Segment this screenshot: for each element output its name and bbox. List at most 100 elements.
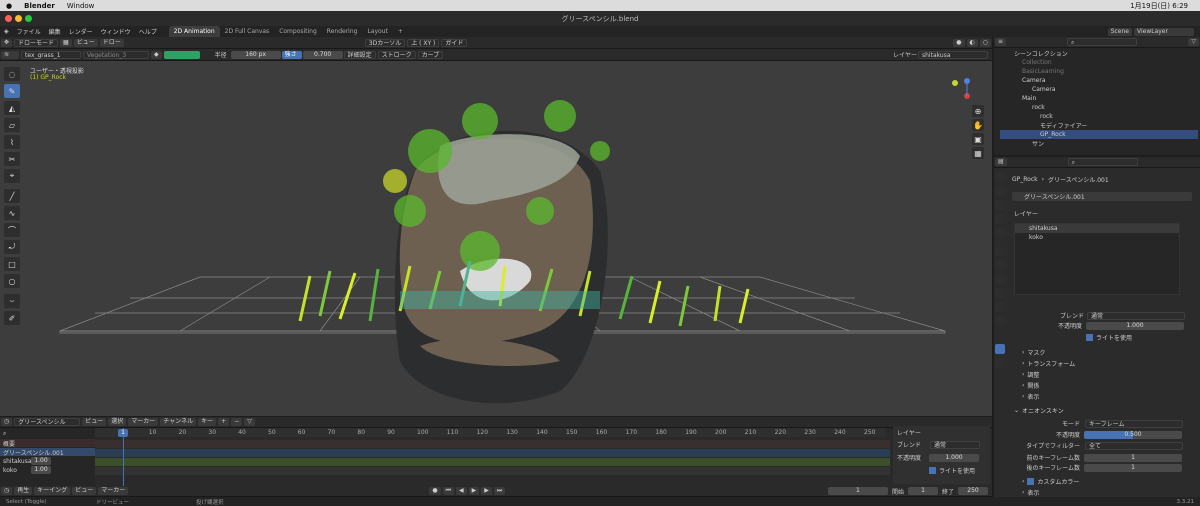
apple-icon[interactable]: ● — [6, 2, 12, 10]
prev-key-icon[interactable]: ◀ — [455, 487, 467, 495]
interpolate-tool-icon[interactable]: ⌣ — [4, 294, 20, 308]
tab-layout[interactable]: Layout — [362, 26, 392, 37]
gpencil-data-tab-icon[interactable] — [995, 344, 1005, 354]
circle-tool-icon[interactable]: ○ — [4, 274, 20, 288]
onion-mode-select[interactable]: キーフレーム — [1085, 419, 1183, 428]
search-icon[interactable]: ⌕ — [0, 430, 95, 438]
perspective-icon[interactable]: ▦ — [972, 147, 984, 159]
tl-menu-marker[interactable]: マーカー — [128, 418, 159, 426]
brush-preview-icon[interactable]: ≋ — [1, 50, 19, 59]
after-field[interactable]: 1 — [1084, 463, 1182, 472]
line-tool-icon[interactable]: ╱ — [4, 189, 20, 203]
menu-window[interactable]: ウィンドウ — [97, 27, 135, 36]
frame-ruler[interactable]: 1102030405060708090100110120130140150160… — [95, 428, 885, 437]
3d-viewport[interactable]: ユーザー・透視投影 (1) GP_Rock ◌ ✎ ◭ ▱ ⌇ ✂ ⌖ ╱ ∿ … — [0, 61, 992, 416]
eyedropper-icon[interactable]: ⌖ — [4, 169, 20, 183]
outliner-row[interactable]: BasicLearning — [1000, 67, 1198, 76]
shading-solid-icon[interactable]: ● — [953, 38, 965, 47]
relations-section[interactable]: › 関係 — [1022, 381, 1039, 390]
onion-skin-title[interactable]: ⌄ オニオンスキン — [1014, 406, 1064, 415]
custom-color-section[interactable]: › カスタムカラー — [1022, 477, 1079, 486]
mode-select[interactable]: ドローモード — [14, 38, 59, 47]
pan-hand-icon[interactable]: ✋ — [972, 119, 984, 131]
outliner-row[interactable]: サン — [1000, 139, 1198, 148]
viewlayer-select[interactable]: ViewLayer — [1134, 27, 1194, 36]
tool-icon[interactable]: ▦ — [60, 38, 72, 47]
blend-select[interactable]: 通常 — [930, 440, 980, 449]
blender-logo-icon[interactable]: ◈ — [0, 28, 13, 35]
tab-rendering[interactable]: Rendering — [322, 26, 363, 37]
guide-select[interactable]: ガイド — [441, 38, 468, 47]
dopesheet-area[interactable]: ⌕ 概要 グリースペンシル.001 shitakusa 1.00 koko 1.… — [0, 426, 992, 486]
layer-item-koko[interactable]: koko — [1015, 233, 1179, 242]
lights-checkbox[interactable] — [1086, 334, 1093, 341]
curve-select[interactable]: カーブ — [417, 50, 444, 59]
play-icon[interactable]: ▶ — [468, 487, 480, 495]
outliner-row[interactable]: シーンコレクション — [1000, 49, 1198, 58]
record-icon[interactable]: ● — [429, 487, 441, 495]
datablock-select[interactable]: グリースペンシル.001 — [1012, 192, 1192, 201]
blend-select[interactable]: 通常 — [1087, 311, 1185, 320]
pb-view-menu[interactable]: ビュー — [72, 487, 97, 495]
select-box-icon[interactable]: ◌ — [4, 67, 20, 81]
filter-icon[interactable]: ▽ — [244, 418, 255, 426]
world-tab-icon[interactable] — [995, 228, 1005, 238]
outliner-row[interactable]: Collection — [1000, 58, 1198, 67]
outliner-row[interactable]: Camera — [1000, 76, 1198, 85]
tl-menu-channel[interactable]: チャンネル — [160, 418, 197, 426]
onion-opacity-field[interactable]: 0.500 — [1084, 430, 1182, 439]
menu-edit[interactable]: 編集 — [45, 27, 65, 36]
current-frame-field[interactable]: 1 — [827, 487, 888, 495]
remove-layer-icon[interactable]: − — [231, 418, 243, 426]
outliner-filter-icon[interactable]: ▽ — [1188, 38, 1199, 46]
polyline-tool-icon[interactable]: ∿ — [4, 206, 20, 220]
outliner-row[interactable]: rock — [1000, 103, 1198, 112]
opacity-field[interactable]: 1.000 — [1086, 321, 1184, 330]
physics-tab-icon[interactable] — [995, 288, 1005, 298]
outliner-row-selected[interactable]: GP_Rock — [1000, 130, 1198, 139]
outliner-row[interactable]: モディファイアー — [1000, 121, 1198, 130]
erase-tool-icon[interactable]: ▱ — [4, 118, 20, 132]
layer-channel-koko[interactable]: koko 1.00 — [0, 466, 95, 474]
tl-menu-select[interactable]: 選択 — [108, 418, 127, 426]
zoom-window-button[interactable] — [25, 15, 32, 22]
material-tab-icon[interactable] — [995, 358, 1005, 368]
fill-tool-icon[interactable]: ◭ — [4, 101, 20, 115]
render-tab-icon[interactable] — [995, 186, 1005, 196]
lights-checkbox[interactable] — [929, 467, 936, 474]
scene-select[interactable]: Scene — [1107, 27, 1132, 36]
shading-render-icon[interactable]: ○ — [979, 38, 991, 47]
layer-channel-shitakusa[interactable]: shitakusa 1.00 — [0, 457, 95, 465]
modifier-tab-icon[interactable] — [995, 260, 1005, 270]
tab-2d-full-canvas[interactable]: 2D Full Canvas — [220, 26, 275, 37]
keying-menu[interactable]: キーイング — [34, 487, 71, 495]
advanced-select[interactable]: 詳細設定 — [343, 50, 376, 59]
object-tab-icon[interactable] — [995, 246, 1005, 256]
layer-item-shitakusa[interactable]: shitakusa — [1015, 224, 1179, 233]
tint-tool-icon[interactable]: ⌇ — [4, 135, 20, 149]
summary-channel[interactable]: 概要 — [0, 439, 95, 448]
filter-select[interactable]: 全て — [1085, 441, 1183, 450]
material-select[interactable]: Vegetation_3 — [83, 50, 149, 59]
close-window-button[interactable] — [5, 15, 12, 22]
strength-field[interactable]: 0.700 — [302, 50, 343, 59]
properties-editor-icon[interactable]: ▤ — [995, 158, 1007, 166]
object-channel[interactable]: グリースペンシル.001 — [0, 448, 95, 457]
display-section[interactable]: › 表示 — [1022, 392, 1039, 401]
start-field[interactable]: 1 — [907, 487, 938, 495]
menu-draw[interactable]: ドロー — [99, 38, 124, 47]
end-field[interactable]: 250 — [958, 487, 988, 495]
shading-material-icon[interactable]: ◐ — [966, 38, 978, 47]
radius-field[interactable]: 160 px — [230, 50, 281, 59]
timeline-editor-icon[interactable]: ◷ — [1, 487, 13, 495]
curve-tool-icon[interactable]: ⤾ — [4, 240, 20, 254]
window-menu[interactable]: Window — [67, 2, 95, 10]
object-data-tab-icon[interactable] — [995, 316, 1005, 326]
dopesheet-editor-icon[interactable]: ◷ — [1, 418, 13, 426]
scene-tab-icon[interactable] — [995, 214, 1005, 224]
outliner-row[interactable]: Main — [1000, 94, 1198, 103]
add-workspace-icon[interactable]: + — [393, 26, 408, 37]
cutter-tool-icon[interactable]: ✂ — [4, 152, 20, 166]
tab-2d-animation[interactable]: 2D Animation — [168, 26, 220, 37]
tab-compositing[interactable]: Compositing — [274, 26, 322, 37]
